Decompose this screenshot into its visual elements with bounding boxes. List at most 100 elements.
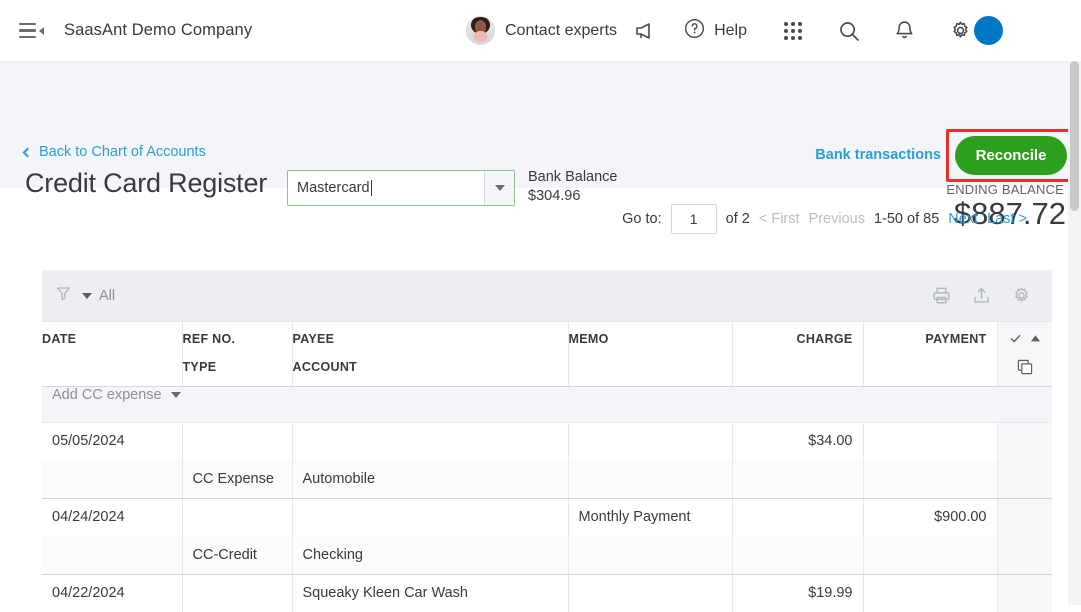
sort-ascending-icon[interactable] [1030, 333, 1041, 347]
column-header-ref-type[interactable]: REF NO. TYPE [182, 322, 293, 387]
cell-payment[interactable] [863, 422, 998, 460]
page-scrollbar-thumb[interactable] [1070, 61, 1079, 211]
avatar [466, 16, 495, 45]
gear-icon[interactable] [1004, 279, 1038, 313]
checkmark-icon[interactable] [1009, 332, 1022, 348]
table-row[interactable]: 05/05/2024 $34.00 [42, 422, 1052, 460]
table-row[interactable]: 04/22/2024 Squeaky Kleen Car Wash $19.99 [42, 574, 1052, 612]
last-page-link[interactable]: Last > [987, 211, 1027, 227]
cell-memo-blank[interactable] [568, 535, 733, 575]
cell-memo-blank[interactable] [568, 459, 733, 499]
table-row-secondary[interactable]: CC-Credit Checking [42, 535, 1052, 575]
cell-charge-blank[interactable] [732, 535, 864, 575]
top-navigation-bar: SaasAnt Demo Company Contact experts Hel… [0, 0, 1081, 61]
contact-experts-button[interactable]: Contact experts [466, 16, 617, 45]
cell-date-value: 04/22/2024 [52, 584, 125, 601]
cell-payment-blank[interactable] [863, 459, 998, 499]
cell-memo[interactable] [568, 422, 733, 460]
cell-account-value: Checking [302, 546, 363, 563]
goto-page-input[interactable] [670, 204, 717, 234]
add-transaction-row[interactable]: Add CC expense [42, 386, 1052, 423]
cell-ref-no[interactable] [182, 574, 293, 612]
cell-type[interactable]: CC-Credit [182, 535, 293, 575]
page-scrollbar[interactable] [1068, 61, 1081, 605]
register-panel: All DATE REF NO. TYPE PAYEE ACCOUNT MEMO… [42, 270, 1052, 612]
cell-charge-blank[interactable] [732, 459, 864, 499]
table-body: Add CC expense 05/05/2024 $34.00 CC Expe… [42, 386, 1052, 612]
pagination-bar: Go to: of 2 < First Previous 1-50 of 85 … [0, 188, 1081, 250]
cell-ref-no[interactable] [182, 422, 293, 460]
cell-date-value: 05/05/2024 [52, 432, 125, 449]
column-header-reconcile-status[interactable] [997, 322, 1053, 387]
top-nav-actions: Contact experts Help [466, 0, 1003, 61]
cell-payment-blank[interactable] [863, 535, 998, 575]
grid-dots [783, 21, 802, 40]
cell-date-blank[interactable] [42, 535, 183, 575]
cell-memo[interactable] [568, 574, 733, 612]
printer-icon[interactable] [924, 279, 958, 313]
back-link-label: Back to Chart of Accounts [39, 144, 206, 160]
cell-reconcile-status-blank[interactable] [997, 459, 1052, 499]
previous-page-link[interactable]: Previous [809, 211, 865, 227]
cell-reconcile-status-blank[interactable] [997, 535, 1052, 575]
cell-payee[interactable] [292, 498, 569, 536]
total-pages-label: of 2 [725, 211, 750, 227]
column-header-payment[interactable]: PAYMENT [863, 322, 998, 387]
question-circle-icon [683, 17, 706, 45]
cell-ref-no[interactable] [182, 498, 293, 536]
next-page-link[interactable]: Next [948, 211, 978, 227]
back-to-chart-of-accounts-link[interactable]: Back to Chart of Accounts [22, 144, 206, 160]
column-header-memo-label: MEMO [568, 332, 609, 346]
cell-date-value: 04/24/2024 [52, 508, 125, 525]
cell-memo[interactable]: Monthly Payment [568, 498, 733, 536]
cell-account[interactable]: Checking [292, 535, 569, 575]
cell-date[interactable]: 05/05/2024 [42, 422, 183, 460]
cell-reconcile-status[interactable] [997, 498, 1052, 536]
cell-date-blank[interactable] [42, 459, 183, 499]
cell-date[interactable]: 04/22/2024 [42, 574, 183, 612]
help-button[interactable]: Help [683, 17, 747, 45]
column-header-date[interactable]: DATE [42, 322, 183, 387]
cell-payment[interactable] [863, 574, 998, 612]
cell-payment[interactable]: $900.00 [863, 498, 998, 536]
column-header-ref-no-label: REF NO. [182, 332, 236, 346]
record-range-label: 1-50 of 85 [873, 211, 940, 227]
cell-date[interactable]: 04/24/2024 [42, 498, 183, 536]
cell-reconcile-status[interactable] [997, 574, 1052, 612]
megaphone-icon[interactable] [617, 0, 673, 61]
duplicate-columns-icon[interactable] [998, 358, 1053, 376]
company-name[interactable]: SaasAnt Demo Company [64, 21, 252, 40]
register-table: DATE REF NO. TYPE PAYEE ACCOUNT MEMO CHA… [42, 322, 1052, 612]
reconcile-button[interactable]: Reconcile [955, 136, 1067, 175]
cell-charge[interactable]: $19.99 [732, 574, 864, 612]
cell-type[interactable]: CC Expense [182, 459, 293, 499]
search-icon[interactable] [821, 0, 877, 61]
cell-charge[interactable]: $34.00 [732, 422, 864, 460]
cell-type-value: CC Expense [192, 470, 274, 487]
hamburger-bars [18, 22, 36, 39]
bank-transactions-link[interactable]: Bank transactions [815, 147, 941, 163]
user-profile-avatar[interactable] [973, 16, 1003, 45]
column-header-charge-label: CHARGE [796, 332, 853, 346]
table-row[interactable]: 04/24/2024 Monthly Payment $900.00 [42, 498, 1052, 536]
cell-charge-value: $19.99 [808, 584, 853, 601]
add-cc-expense-button[interactable]: Add CC expense [42, 387, 1052, 403]
column-header-date-label: DATE [42, 332, 77, 346]
column-header-charge[interactable]: CHARGE [732, 322, 864, 387]
bell-icon[interactable] [877, 0, 933, 61]
register-page-header: Back to Chart of Accounts Credit Card Re… [0, 61, 1081, 231]
filter-button[interactable]: All [54, 284, 115, 308]
first-page-link[interactable]: < First [759, 211, 800, 227]
grid-apps-icon[interactable] [765, 0, 821, 61]
cell-reconcile-status[interactable] [997, 422, 1052, 460]
export-upload-icon[interactable] [964, 279, 998, 313]
column-header-memo[interactable]: MEMO [568, 322, 733, 387]
hamburger-collapse-icon[interactable] [14, 16, 48, 46]
column-header-payee-account[interactable]: PAYEE ACCOUNT [292, 322, 569, 387]
table-row-secondary[interactable]: CC Expense Automobile [42, 459, 1052, 499]
cell-payee[interactable]: Squeaky Kleen Car Wash [292, 574, 569, 612]
add-transaction-cell[interactable]: Add CC expense [42, 386, 1052, 423]
cell-charge[interactable] [732, 498, 864, 536]
cell-account[interactable]: Automobile [292, 459, 569, 499]
cell-payee[interactable] [292, 422, 569, 460]
